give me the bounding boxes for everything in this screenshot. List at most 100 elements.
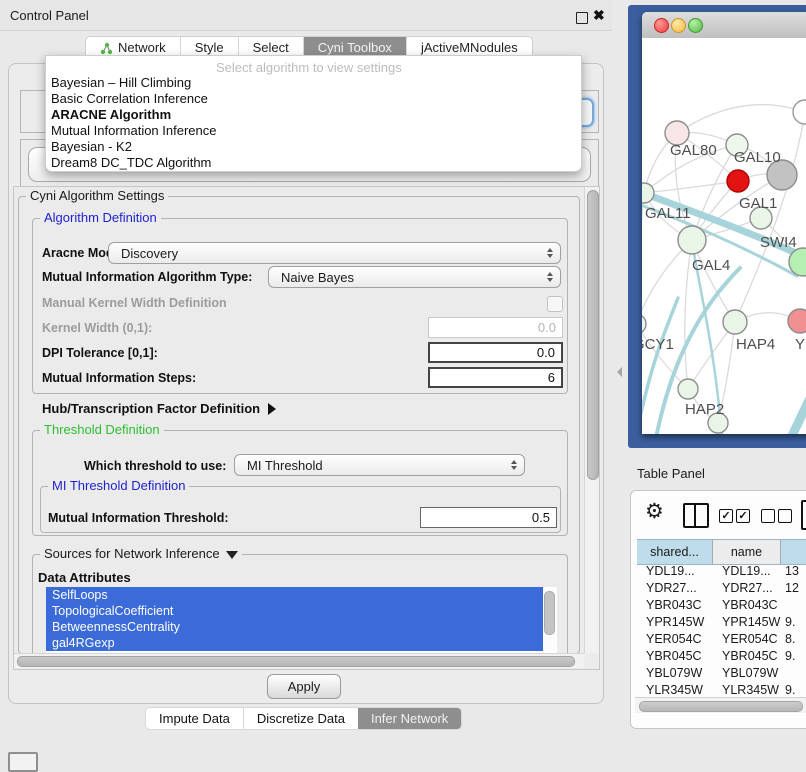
settings-vscroll-thumb[interactable] bbox=[587, 190, 599, 480]
network-icon bbox=[100, 42, 113, 55]
list-scrollbar-thumb[interactable] bbox=[544, 591, 555, 635]
network-node[interactable] bbox=[793, 100, 806, 124]
dropdown-placeholder: Select algorithm to view settings bbox=[216, 60, 402, 75]
network-node-y[interactable] bbox=[788, 309, 806, 333]
column-header-name[interactable]: name bbox=[713, 540, 781, 564]
table-row[interactable]: YPR145WYPR145W9. bbox=[637, 614, 806, 631]
close-traffic-light[interactable] bbox=[654, 18, 669, 33]
table-cell: YDR27... bbox=[637, 580, 713, 597]
dropdown-item[interactable]: Basic Correlation Inference bbox=[51, 91, 208, 107]
table-cell: YDL19... bbox=[713, 563, 781, 580]
network-edge bbox=[642, 193, 644, 324]
table-row[interactable]: YDR27...YDR27...12 bbox=[637, 580, 806, 597]
kernel-width-label: Kernel Width (0,1): bbox=[42, 321, 152, 335]
checked-checkbox-icon[interactable]: ✓ bbox=[736, 509, 750, 523]
data-attributes-label: Data Attributes bbox=[38, 570, 131, 585]
sources-expander[interactable]: Sources for Network Inference bbox=[40, 546, 242, 561]
table-row[interactable]: YBL079WYBL079W bbox=[637, 665, 806, 682]
mi-threshold-field[interactable]: 0.5 bbox=[420, 507, 557, 528]
attribute-list-item-selected[interactable]: TopologicalCoefficient bbox=[46, 603, 543, 619]
dpi-tolerance-field[interactable]: 0.0 bbox=[428, 342, 563, 363]
algorithm-dropdown-popup: Select algorithm to view settings Bayesi… bbox=[45, 55, 582, 172]
network-node-label: GAL1 bbox=[739, 195, 777, 212]
table-header-row[interactable]: shared...name bbox=[637, 539, 806, 565]
data-attributes-list[interactable]: SelfLoopsTopologicalCoefficientBetweenne… bbox=[46, 587, 557, 653]
table-cell: YBL079W bbox=[713, 665, 781, 682]
bottom-tab-discretize-data[interactable]: Discretize Data bbox=[243, 708, 358, 729]
table-cell: YBR043C bbox=[713, 597, 781, 614]
network-edge bbox=[644, 181, 738, 193]
settings-hscroll-thumb[interactable] bbox=[17, 656, 575, 667]
table-row[interactable]: YBR045CYBR045C9. bbox=[637, 648, 806, 665]
table-cell: YBR045C bbox=[713, 648, 781, 665]
network-window: GAL80GAL10GAL1GAL11SWI4GAL4GCY1HAP4YHAP2 bbox=[642, 12, 806, 434]
attribute-list-item-selected[interactable]: BetweennessCentrality bbox=[46, 619, 543, 635]
network-node-gcy1[interactable] bbox=[642, 314, 646, 334]
mi-threshold-value: 0.5 bbox=[532, 510, 550, 525]
close-icon[interactable]: ✖ bbox=[593, 7, 605, 24]
table-row[interactable]: YER054CYER054C8. bbox=[637, 631, 806, 648]
mi-steps-field[interactable]: 6 bbox=[428, 367, 563, 388]
minimize-traffic-light[interactable] bbox=[671, 18, 686, 33]
minimized-panel-icon[interactable] bbox=[8, 752, 38, 772]
table-row[interactable]: YDL19...YDL19...13 bbox=[637, 563, 806, 580]
dropdown-item[interactable]: Dream8 DC_TDC Algorithm bbox=[51, 155, 211, 171]
network-node-gal4[interactable] bbox=[678, 226, 706, 254]
which-threshold-combobox[interactable]: MI Threshold bbox=[234, 454, 525, 476]
control-panel-header: Control Panel ✖ bbox=[0, 0, 612, 31]
unchecked-checkbox-icon[interactable] bbox=[778, 509, 792, 523]
bottom-tab-infer-network[interactable]: Infer Network bbox=[358, 708, 461, 729]
mi-algorithm-type-label: Mutual Information Algorithm Type: bbox=[42, 270, 252, 284]
attribute-list-item-selected[interactable]: gal4RGexp bbox=[46, 635, 543, 651]
list-scrollbar[interactable] bbox=[543, 589, 555, 651]
control-panel-title: Control Panel bbox=[10, 8, 89, 23]
network-window-titlebar[interactable] bbox=[642, 12, 806, 39]
hub-definition-expander[interactable]: Hub/Transcription Factor Definition bbox=[42, 400, 276, 418]
network-edge bbox=[677, 105, 805, 133]
bottom-tab-impute-data[interactable]: Impute Data bbox=[146, 708, 243, 729]
network-node[interactable] bbox=[727, 170, 749, 192]
dropdown-item[interactable]: Bayesian – Hill Climbing bbox=[51, 75, 191, 91]
aracne-mode-combobox[interactable]: Discovery bbox=[108, 242, 561, 264]
split-columns-icon[interactable] bbox=[683, 503, 709, 528]
table-row[interactable]: YBR043CYBR043C bbox=[637, 597, 806, 614]
dropdown-item[interactable]: Bayesian - K2 bbox=[51, 139, 132, 155]
float-window-icon[interactable] bbox=[576, 12, 588, 24]
network-node-label: HAP2 bbox=[685, 401, 724, 418]
zoom-traffic-light[interactable] bbox=[688, 18, 703, 33]
settings-vertical-scrollbar[interactable] bbox=[584, 187, 599, 653]
apply-label: Apply bbox=[288, 679, 321, 694]
table-cell: YDL19... bbox=[637, 563, 713, 580]
kernel-width-field[interactable]: 0.0 bbox=[428, 317, 563, 338]
table-hscroll-thumb[interactable] bbox=[639, 701, 803, 712]
table-cell bbox=[781, 597, 806, 614]
table-horizontal-scrollbar[interactable] bbox=[635, 697, 806, 713]
network-canvas[interactable]: GAL80GAL10GAL1GAL11SWI4GAL4GCY1HAP4YHAP2 bbox=[642, 38, 806, 434]
column-header[interactable] bbox=[781, 540, 806, 564]
spinner-arrows-icon bbox=[547, 272, 553, 282]
column-header-shared[interactable]: shared... bbox=[637, 540, 713, 564]
unchecked-checkbox-icon[interactable] bbox=[761, 509, 775, 523]
apply-button[interactable]: Apply bbox=[267, 674, 341, 699]
network-node-hap4[interactable] bbox=[723, 310, 747, 334]
expander-expanded-icon bbox=[226, 551, 238, 559]
document-icon[interactable] bbox=[801, 500, 806, 530]
split-divider-handle[interactable] bbox=[617, 367, 622, 377]
dropdown-item[interactable]: Mutual Information Inference bbox=[51, 123, 216, 139]
spinner-arrows-icon bbox=[511, 460, 517, 470]
sources-title: Sources for Network Inference bbox=[44, 546, 220, 561]
mi-threshold-title: MI Threshold Definition bbox=[48, 478, 189, 493]
mi-steps-value: 6 bbox=[548, 370, 555, 385]
dropdown-item[interactable]: ARACNE Algorithm bbox=[51, 107, 171, 123]
manual-kernel-width-checkbox[interactable] bbox=[547, 296, 563, 312]
settings-horizontal-scrollbar[interactable] bbox=[14, 653, 584, 668]
gear-icon[interactable]: ⚙ bbox=[645, 499, 664, 524]
attribute-list-item-selected[interactable]: SelfLoops bbox=[46, 587, 543, 603]
aracne-mode-value: Discovery bbox=[121, 246, 178, 261]
algorithm-definition-title: Algorithm Definition bbox=[40, 210, 161, 225]
mi-algorithm-type-combobox[interactable]: Naive Bayes bbox=[268, 266, 561, 288]
table-body[interactable]: YDL19...YDL19...13YDR27...YDR27...12YBR0… bbox=[637, 563, 806, 703]
network-node-label: GAL11 bbox=[645, 205, 691, 222]
checked-checkbox-icon[interactable]: ✓ bbox=[719, 509, 733, 523]
network-node-hap2[interactable] bbox=[678, 379, 698, 399]
